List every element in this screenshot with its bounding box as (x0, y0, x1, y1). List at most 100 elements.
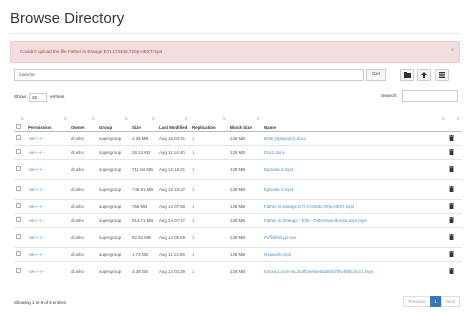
permission-cell[interactable]: -rw-r--r-- (26, 178, 69, 199)
delete-button[interactable] (447, 226, 462, 247)
name-link[interactable]: Rapsank.mp4 (262, 246, 447, 261)
header-block-size[interactable]: Block Size ⇅ (228, 110, 262, 132)
checkbox-icon[interactable] (16, 135, 21, 140)
replication-cell[interactable]: 1 (190, 212, 228, 227)
delete-button[interactable] (447, 260, 462, 281)
checkbox-icon[interactable] (16, 203, 21, 208)
header-group[interactable]: Group ⇅ (97, 110, 130, 132)
replication-cell[interactable]: 1 (190, 158, 228, 179)
path-input[interactable]: /user/yt (14, 69, 364, 81)
header-last-modified[interactable]: Last Modified ⇅ (157, 110, 190, 132)
checkbox-icon[interactable] (16, 186, 21, 191)
trash-icon[interactable] (449, 185, 454, 192)
delete-button[interactable] (447, 246, 462, 261)
trash-icon[interactable] (449, 148, 454, 155)
row-checkbox[interactable] (14, 130, 26, 145)
permission-cell[interactable]: -rw-r--r-- (26, 158, 69, 179)
size-cell: 765 MB (130, 198, 157, 213)
checkbox-icon[interactable] (16, 234, 21, 239)
header-owner[interactable]: Owner ⇅ (69, 110, 97, 132)
modified-cell: Aug 14 05:59 (157, 226, 190, 247)
trash-icon[interactable] (449, 216, 454, 223)
table-row[interactable]: -rw-r--r-- dr.who supergroup 711.94 MB Aug 1… (14, 158, 462, 179)
row-checkbox[interactable] (14, 212, 26, 227)
table-row[interactable]: -rw-r--r-- dr.who supergroup 614.71 MB Aug 1… (14, 212, 462, 227)
row-checkbox[interactable] (14, 246, 26, 261)
row-checkbox[interactable] (14, 158, 26, 179)
delete-button[interactable] (447, 198, 462, 213)
permission-cell[interactable]: -rw-r--r-- (26, 226, 69, 247)
block-size-cell: 128 MB (228, 260, 262, 281)
permission-cell[interactable]: -rw-r--r-- (26, 198, 69, 213)
replication-cell[interactable]: 1 (190, 246, 228, 261)
checkbox-icon[interactable] (16, 251, 21, 256)
replication-cell[interactable]: 1 (190, 198, 228, 213)
name-link[interactable]: Doc1.docx (262, 144, 447, 159)
trash-icon[interactable] (449, 250, 454, 257)
row-checkbox[interactable] (14, 144, 26, 159)
alert-close-button[interactable]: × (450, 48, 454, 54)
header-name[interactable]: Name ⇅ (262, 110, 447, 132)
permission-cell[interactable]: -rw-r--r-- (26, 246, 69, 261)
row-checkbox[interactable] (14, 178, 26, 199)
go-button[interactable]: Go! (366, 69, 386, 81)
table-row[interactable]: -rw-r--r-- dr.who supergroup 28.13 KB Aug 11… (14, 144, 462, 159)
select-all-checkbox[interactable] (16, 123, 21, 129)
table-row[interactable]: -rw-r--r-- dr.who supergroup 746.91 MB Aug 1… (14, 178, 462, 199)
row-checkbox[interactable] (14, 198, 26, 213)
checkbox-icon[interactable] (16, 149, 21, 154)
upload-button[interactable] (400, 69, 414, 81)
replication-cell[interactable]: 1 (190, 144, 228, 159)
name-link[interactable]: Episode 3.mp4 (262, 178, 447, 199)
replication-cell[interactable]: 1 (190, 226, 228, 247)
row-checkbox[interactable] (14, 260, 26, 281)
checkbox-icon[interactable] (16, 217, 21, 222)
entries-label: entries (50, 95, 65, 100)
trash-icon[interactable] (449, 134, 454, 141)
name-link[interactable]: Father is Strange - E30 - OnDemandKorea.… (262, 212, 447, 227)
header-size[interactable]: Size ⇅ (130, 110, 157, 132)
previous-button[interactable]: Previous (403, 296, 431, 307)
checkbox-icon[interactable] (16, 268, 21, 274)
trash-icon[interactable] (449, 267, 454, 274)
header-permission[interactable]: Permission ⇅ (26, 110, 69, 132)
table-row[interactable]: -rw-r--r-- dr.who supergroup 3.38 GB Aug 14 … (14, 260, 462, 281)
permission-cell[interactable]: -rw-r--r-- (26, 144, 69, 159)
name-link[interactable]: Puffinfish.go.exe (262, 226, 447, 247)
permission-cell[interactable]: -rw-r--r-- (26, 260, 69, 281)
trash-icon[interactable] (449, 233, 454, 240)
permission-cell[interactable]: -rw-r--r-- (26, 212, 69, 227)
delete-button[interactable] (447, 158, 462, 179)
block-size-cell: 128 MB (228, 246, 262, 261)
trash-icon[interactable] (449, 165, 454, 172)
table-row[interactable]: -rw-r--r-- dr.who supergroup 765 MB Aug 14 0… (14, 198, 462, 213)
group-cell: supergroup (97, 158, 130, 179)
table-row[interactable]: -rw-r--r-- dr.who supergroup 2.28 MB Aug 16 … (14, 130, 462, 145)
group-cell: supergroup (97, 212, 130, 227)
create-directory-button[interactable] (417, 69, 431, 81)
search-input[interactable] (402, 90, 458, 102)
replication-cell[interactable]: 1 (190, 260, 228, 281)
row-checkbox[interactable] (14, 226, 26, 247)
name-link[interactable]: torious1.com-mL3a4fb4e0ae5a283d79fc4f8bc… (262, 260, 447, 281)
permission-cell[interactable]: -rw-r--r-- (26, 130, 69, 145)
table-row[interactable]: -rw-r--r-- dr.who supergroup 1.73 GB Aug 11 … (14, 246, 462, 261)
replication-cell[interactable]: 1 (190, 178, 228, 199)
trash-icon[interactable] (449, 202, 454, 209)
replication-cell[interactable]: 1 (190, 130, 228, 145)
select-all-header[interactable]: ⇅ (14, 110, 26, 132)
name-link[interactable]: Episode 2.mp4 (262, 158, 447, 179)
delete-button[interactable] (447, 178, 462, 199)
table-header-row: ⇅ Permission ⇅ Owner ⇅ Group ⇅ Size ⇅ Last M… (14, 110, 462, 132)
checkbox-icon[interactable] (16, 166, 21, 171)
delete-button[interactable] (447, 130, 462, 145)
header-replication[interactable]: Replication ⇅ (190, 110, 228, 132)
name-link[interactable]: BAB_Njaeipu(1).docx (262, 130, 447, 145)
table-row[interactable]: -rw-r--r-- dr.who supergroup 92.52 MB Aug 14… (14, 226, 462, 247)
entries-select[interactable]: 25 (29, 93, 47, 102)
next-button[interactable]: Next (440, 296, 460, 307)
name-link[interactable]: Father is strange EYI.173408.720p.HEXT.m… (262, 198, 447, 213)
view-toggle-button[interactable] (435, 69, 449, 81)
delete-button[interactable] (447, 144, 462, 159)
delete-button[interactable] (447, 212, 462, 227)
